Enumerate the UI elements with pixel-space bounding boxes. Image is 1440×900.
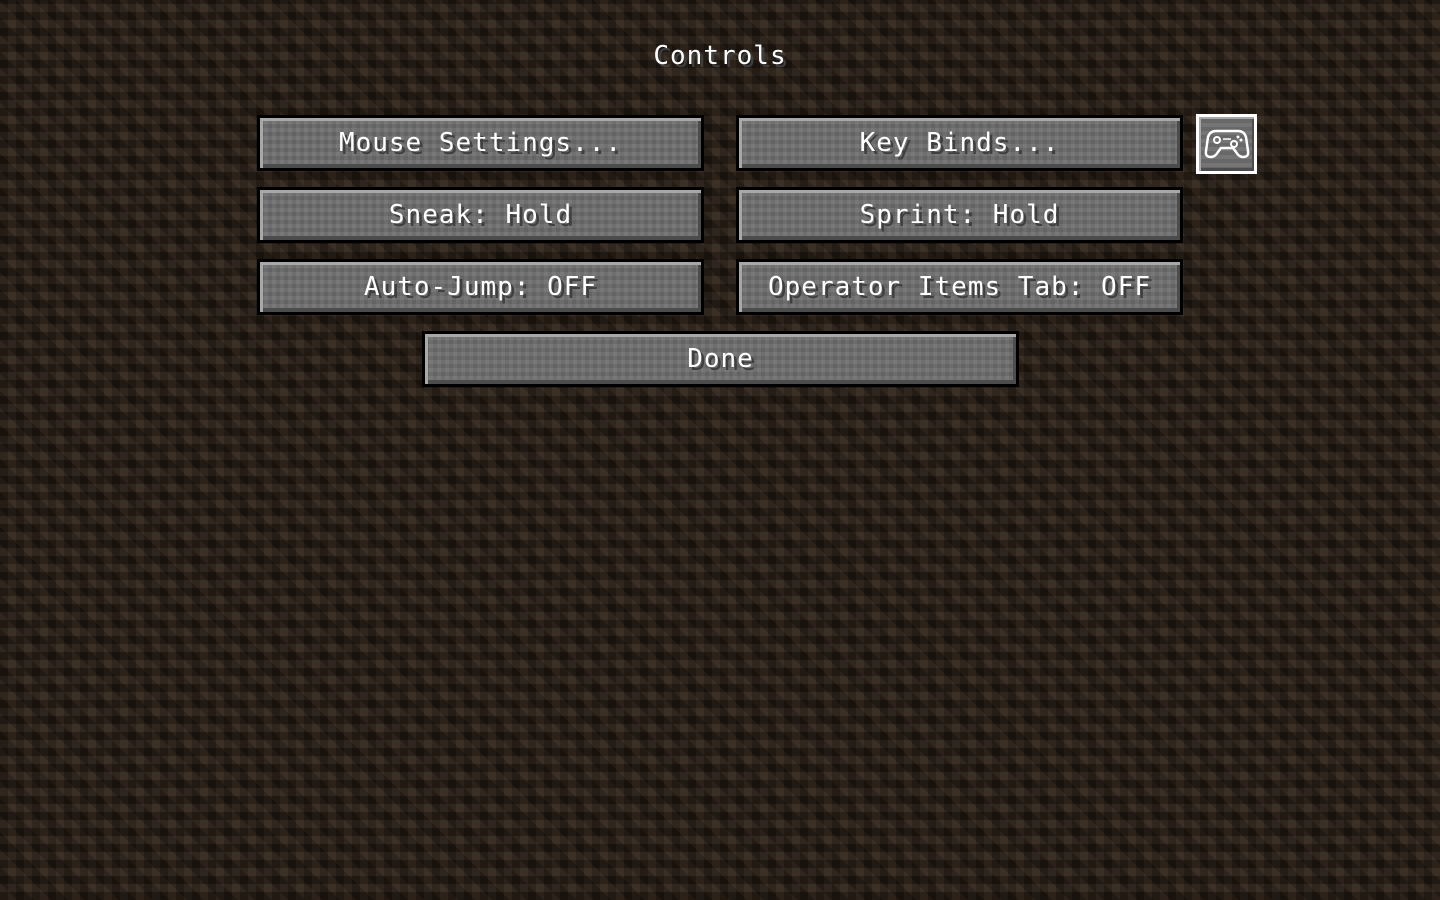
mouse-settings-button[interactable]: Mouse Settings... xyxy=(257,115,704,171)
controller-settings-button[interactable] xyxy=(1196,114,1257,174)
done-button[interactable]: Done xyxy=(422,331,1019,387)
controller-icon xyxy=(1204,127,1250,161)
sneak-toggle-button[interactable]: Sneak: Hold xyxy=(257,187,704,243)
operator-items-tab-toggle-button[interactable]: Operator Items Tab: OFF xyxy=(736,259,1183,315)
screen-title: Controls xyxy=(653,41,787,71)
auto-jump-toggle-button[interactable]: Auto-Jump: OFF xyxy=(257,259,704,315)
sprint-toggle-button[interactable]: Sprint: Hold xyxy=(736,187,1183,243)
key-binds-button[interactable]: Key Binds... xyxy=(736,115,1183,171)
